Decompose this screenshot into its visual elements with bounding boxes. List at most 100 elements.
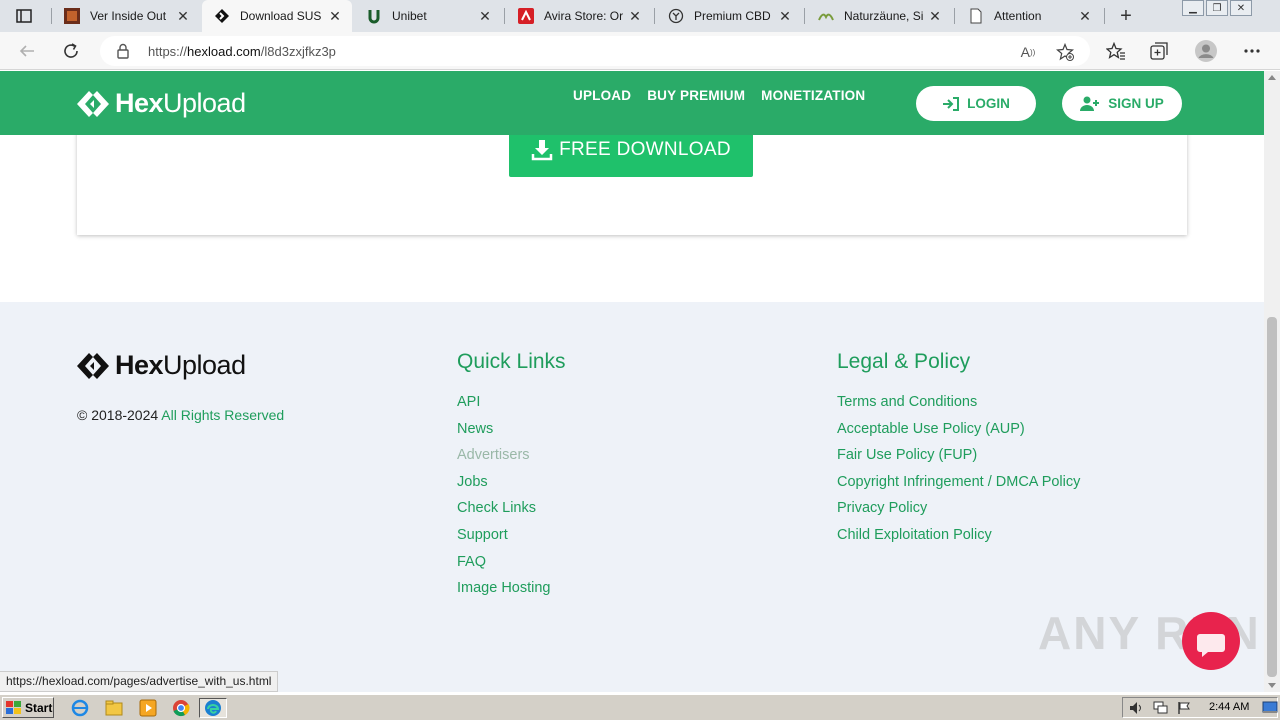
- close-tab-icon[interactable]: ✕: [174, 7, 192, 25]
- internet-explorer-icon[interactable]: [70, 698, 90, 718]
- tab-actions-button[interactable]: [8, 4, 40, 28]
- close-tab-icon[interactable]: ✕: [326, 7, 344, 25]
- windows-logo-icon: [6, 700, 21, 714]
- page-favicon-icon: [968, 8, 984, 24]
- media-player-icon[interactable]: [138, 698, 158, 718]
- screen: Ver Inside Out ✕ Download SUS ✕ Unibet ✕…: [0, 0, 1280, 720]
- unibet-favicon-icon: [366, 8, 382, 24]
- action-center-flag-icon[interactable]: [1177, 701, 1191, 715]
- scroll-down-icon[interactable]: [1268, 683, 1276, 688]
- close-tab-icon[interactable]: ✕: [1076, 7, 1094, 25]
- link-fup[interactable]: Fair Use Policy (FUP): [837, 445, 1080, 472]
- nav-monetization[interactable]: MONETIZATION: [761, 88, 865, 103]
- quick-links-list: API News Advertisers Jobs Check Links Su…: [457, 392, 551, 605]
- read-aloud-icon[interactable]: A)): [1018, 42, 1038, 62]
- start-label: Start: [25, 700, 53, 715]
- restore-icon[interactable]: ❐: [1206, 0, 1228, 16]
- show-desktop-icon[interactable]: [1262, 701, 1278, 715]
- close-tab-icon[interactable]: ✕: [776, 7, 794, 25]
- avira-favicon-icon: [518, 8, 534, 24]
- tab-separator: [654, 8, 655, 24]
- link-check-links[interactable]: Check Links: [457, 498, 551, 525]
- link-api[interactable]: API: [457, 392, 551, 419]
- add-user-icon: [1080, 96, 1100, 111]
- signup-label: SIGN UP: [1108, 96, 1164, 111]
- link-advertisers[interactable]: Advertisers: [457, 445, 551, 472]
- download-icon: [531, 140, 553, 161]
- link-privacy[interactable]: Privacy Policy: [837, 498, 1080, 525]
- tab-ver-inside-out[interactable]: Ver Inside Out ✕: [52, 0, 200, 32]
- refresh-icon[interactable]: [60, 40, 82, 62]
- signup-button[interactable]: SIGN UP: [1062, 86, 1182, 121]
- link-aup[interactable]: Acceptable Use Policy (AUP): [837, 419, 1080, 446]
- link-child-exploitation[interactable]: Child Exploitation Policy: [837, 525, 1080, 552]
- site-logo[interactable]: HexUpload: [77, 88, 246, 119]
- url-path: /l8d3zxjfkz3p: [260, 44, 336, 59]
- start-button[interactable]: Start: [2, 697, 54, 718]
- logo-wordmark: HexUpload: [115, 88, 246, 119]
- footer-logo[interactable]: HexUpload: [77, 350, 246, 381]
- logo-upload: Upload: [163, 350, 246, 380]
- nav-buy-premium[interactable]: BUY PREMIUM: [647, 88, 745, 103]
- tab-title: Unibet: [392, 9, 427, 23]
- close-tab-icon[interactable]: ✕: [476, 7, 494, 25]
- network-icon[interactable]: [1153, 701, 1169, 715]
- fence-favicon-icon: [818, 8, 834, 24]
- more-menu-icon[interactable]: [1241, 40, 1263, 62]
- link-terms[interactable]: Terms and Conditions: [837, 392, 1080, 419]
- status-bar-url: https://hexload.com/pages/advertise_with…: [0, 671, 279, 692]
- tab-strip: Ver Inside Out ✕ Download SUS ✕ Unibet ✕…: [0, 0, 1280, 32]
- link-image-hosting[interactable]: Image Hosting: [457, 578, 551, 605]
- new-tab-plus-icon[interactable]: +: [1114, 4, 1138, 28]
- system-tray: 2:44 AM: [1122, 697, 1278, 718]
- page-scrollbar[interactable]: [1264, 71, 1280, 692]
- tab-avira[interactable]: Avira Store: Or ✕: [506, 0, 652, 32]
- address-bar[interactable]: https://hexload.com/l8d3zxjfkz3p A)): [100, 36, 1090, 66]
- tab-title: Attention: [994, 9, 1042, 23]
- windows-taskbar: Start 2:44 AM: [0, 694, 1280, 720]
- browser-toolbar: https://hexload.com/l8d3zxjfkz3p A)): [0, 32, 1280, 70]
- main-nav: UPLOAD BUY PREMIUM MONETIZATION: [573, 88, 865, 103]
- lock-icon[interactable]: [116, 43, 130, 64]
- scrollbar-thumb[interactable]: [1267, 317, 1277, 677]
- link-support[interactable]: Support: [457, 525, 551, 552]
- tab-unibet[interactable]: Unibet ✕: [354, 0, 502, 32]
- tab-title: Naturzäune, Si: [844, 9, 924, 23]
- profile-avatar-icon[interactable]: [1195, 40, 1217, 62]
- file-explorer-icon[interactable]: [104, 698, 124, 718]
- all-rights-reserved: All Rights Reserved: [161, 407, 285, 423]
- link-faq[interactable]: FAQ: [457, 552, 551, 579]
- logo-hex: Hex: [115, 350, 164, 380]
- legal-policy-heading: Legal & Policy: [837, 350, 971, 373]
- tab-title: Download SUS: [240, 9, 322, 23]
- tab-attention[interactable]: Attention ✕: [956, 0, 1102, 32]
- chat-widget-button[interactable]: [1182, 612, 1240, 670]
- nav-upload[interactable]: UPLOAD: [573, 88, 631, 103]
- tab-separator: [954, 8, 955, 24]
- page-viewport: FREE DOWNLOAD HexUpload UPLOAD BUY PREMI…: [0, 71, 1264, 692]
- tab-premium-cbd[interactable]: Premium CBD ✕: [656, 0, 802, 32]
- edge-taskbar-icon[interactable]: [199, 698, 227, 718]
- minimize-icon[interactable]: ▁: [1182, 0, 1204, 16]
- link-jobs[interactable]: Jobs: [457, 472, 551, 499]
- collections-icon[interactable]: [1149, 40, 1171, 62]
- close-tab-icon[interactable]: ✕: [926, 7, 944, 25]
- favorites-icon[interactable]: [1105, 40, 1127, 62]
- volume-icon[interactable]: [1129, 701, 1145, 715]
- link-news[interactable]: News: [457, 419, 551, 446]
- movie-favicon-icon: [64, 8, 80, 24]
- tab-naturzaune[interactable]: Naturzäune, Si ✕: [806, 0, 952, 32]
- close-window-icon[interactable]: ✕: [1230, 0, 1252, 16]
- login-button[interactable]: LOGIN: [916, 86, 1036, 121]
- back-arrow-icon[interactable]: [16, 40, 38, 62]
- close-tab-icon[interactable]: ✕: [626, 7, 644, 25]
- tab-separator: [504, 8, 505, 24]
- add-favorite-icon[interactable]: [1055, 42, 1075, 62]
- link-dmca[interactable]: Copyright Infringement / DMCA Policy: [837, 472, 1080, 499]
- tab-separator: [51, 8, 52, 24]
- url-text[interactable]: https://hexload.com/l8d3zxjfkz3p: [148, 44, 336, 59]
- tab-download-sus[interactable]: Download SUS ✕: [202, 0, 352, 32]
- logo-wordmark: HexUpload: [115, 350, 246, 381]
- chrome-icon[interactable]: [171, 698, 191, 718]
- scroll-up-icon[interactable]: [1268, 75, 1276, 80]
